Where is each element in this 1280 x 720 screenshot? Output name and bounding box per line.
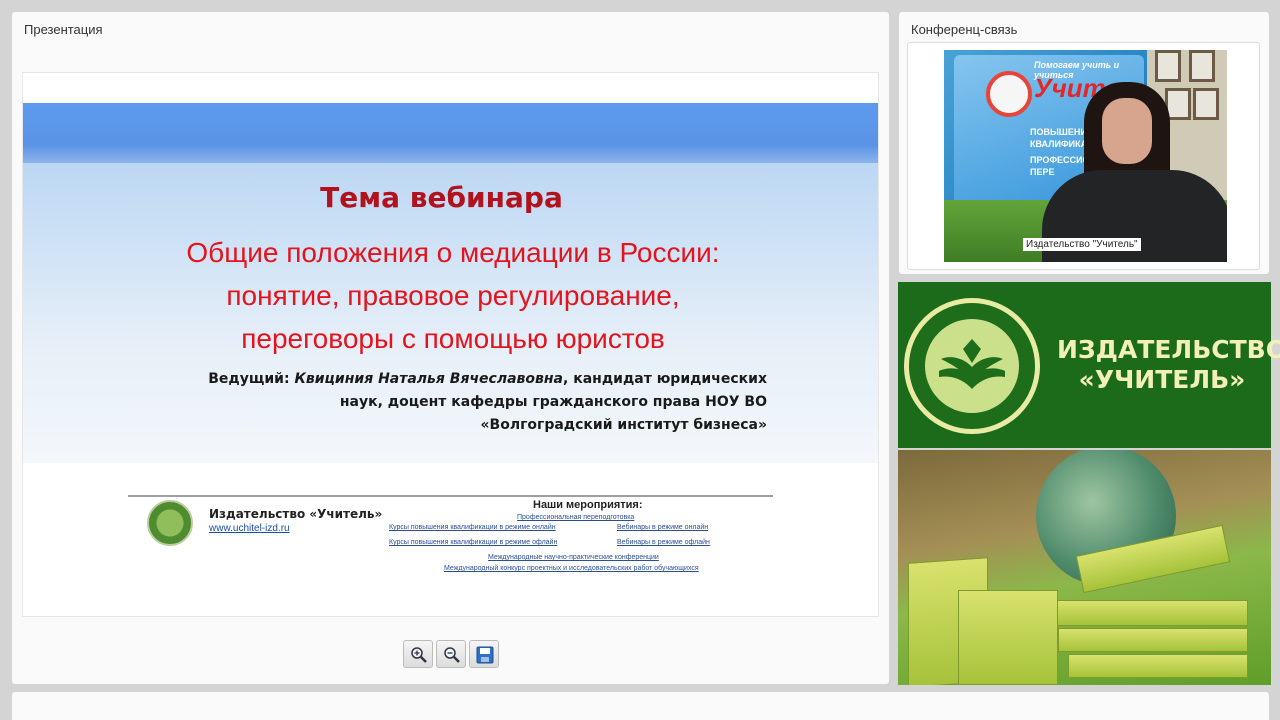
footer-events-title: Наши мероприятия: [533, 499, 643, 511]
footer-publisher: Издательство «Учитель» [209, 507, 383, 521]
bottom-panel [12, 692, 1269, 720]
save-button[interactable] [469, 640, 499, 668]
banner-title: ИЗДАТЕЛЬСТВО «УЧИТЕЛЬ» [1057, 335, 1280, 395]
book-icon [1048, 600, 1248, 626]
footer-event-link[interactable]: Профессиональная переподготовка [517, 514, 634, 521]
banner-title-line: «УЧИТЕЛЬ» [1078, 365, 1246, 394]
slide-header-bar [23, 103, 878, 163]
footer-url-link[interactable]: www.uchitel-izd.ru [209, 523, 290, 534]
host-name: Квициния Наталья Вячеславовна [294, 371, 564, 387]
presentation-slide: Тема вебинара Общие положения о медиации… [22, 72, 879, 617]
footer-event-link[interactable]: Вебинары в режиме онлайн [617, 524, 708, 531]
webcam-video[interactable]: Помогаем учить и учиться Учитель ПОВЫШЕН… [944, 50, 1227, 262]
participant-label: Издательство "Учитель" [1023, 238, 1141, 251]
publisher-banner: ИЗДАТЕЛЬСТВО «УЧИТЕЛЬ» [898, 282, 1280, 685]
conference-panel: Конференц-связь Помогаем учить и учиться… [899, 12, 1269, 274]
host-prefix: Ведущий: [208, 371, 295, 387]
slide-host-info: Ведущий: Квициния Наталья Вячеславовна, … [173, 368, 767, 437]
publisher-logo-icon [147, 500, 193, 546]
zoom-in-icon [411, 647, 427, 663]
host-institution: «Волгоградский институт бизнеса» [480, 417, 767, 433]
footer-event-link[interactable]: Курсы повышения квалификации в режиме он… [389, 524, 556, 531]
footer-event-link[interactable]: Международный конкурс проектных и исслед… [444, 565, 699, 572]
zoom-out-button[interactable] [436, 640, 466, 668]
save-icon [476, 646, 494, 664]
video-backdrop-text: ПЕРЕ [1030, 167, 1055, 177]
wall-frame [1193, 88, 1219, 120]
wall-frame [1189, 50, 1215, 82]
slide-topic-line: понятие, правовое регулирование, [226, 280, 680, 311]
host-position: наук, доцент кафедры гражданского права … [339, 394, 767, 410]
footer-event-link[interactable]: Курсы повышения квалификации в режиме оф… [389, 539, 557, 546]
presentation-panel: Презентация Тема вебинара Общие положени… [12, 12, 889, 684]
host-degree: , кандидат юридических [563, 371, 767, 387]
book-icon [1068, 654, 1248, 678]
presenter-face [1102, 98, 1152, 164]
zoom-out-icon [444, 647, 460, 663]
book-icon [1058, 628, 1248, 652]
banner-title-line: ИЗДАТЕЛЬСТВО [1057, 335, 1280, 364]
zoom-in-button[interactable] [403, 640, 433, 668]
banner-logo-icon [904, 298, 1040, 434]
conference-panel-title: Конференц-связь [911, 22, 1018, 37]
banner-books-photo [898, 450, 1271, 685]
slide-heading: Тема вебинара [320, 181, 563, 214]
footer-event-link[interactable]: Международные научно-практические конфер… [488, 554, 659, 561]
slide-topic-line: переговоры с помощью юристов [241, 323, 665, 354]
slide-topic: Общие положения о медиации в России: пон… [133, 231, 773, 360]
slide-topic-line: Общие положения о медиации в России: [186, 237, 720, 268]
slide-footer-divider [128, 495, 773, 497]
video-backdrop-logo-icon [986, 71, 1032, 117]
wall-frame [1155, 50, 1181, 82]
book-emblem-icon [939, 339, 1005, 389]
book-icon [958, 590, 1058, 685]
banner-top: ИЗДАТЕЛЬСТВО «УЧИТЕЛЬ» [898, 282, 1280, 448]
presentation-panel-title: Презентация [24, 22, 103, 37]
footer-event-link[interactable]: Вебинары в режиме офлайн [617, 539, 710, 546]
